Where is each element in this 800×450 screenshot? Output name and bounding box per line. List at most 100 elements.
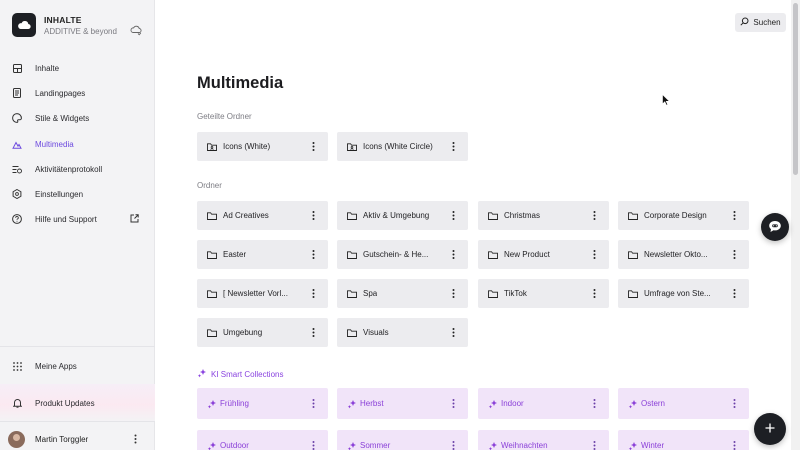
folder-card[interactable]: TikTok (478, 279, 609, 308)
scrollbar-thumb[interactable] (793, 3, 798, 175)
smart-collection-card[interactable]: Herbst (337, 388, 468, 419)
media-icon (12, 139, 22, 149)
folder-card[interactable]: Newsletter Okto... (618, 240, 749, 269)
folder-card[interactable]: Umfrage von Ste... (618, 279, 749, 308)
smart-collection-name: Sommer (360, 441, 391, 450)
folder-card[interactable]: Gutschein- & He... (337, 240, 468, 269)
page-title: Multimedia (197, 74, 284, 92)
more-vertical-icon[interactable] (452, 398, 455, 409)
sparkle-icon (488, 441, 498, 450)
search-button[interactable]: Suchen (735, 13, 786, 32)
more-vertical-icon[interactable] (312, 141, 315, 152)
sidebar-item-label: Multimedia (35, 139, 74, 149)
sparkle-icon (628, 399, 638, 409)
more-vertical-icon[interactable] (312, 288, 315, 299)
sidebar-item-landingpages[interactable]: Landingpages (0, 82, 154, 104)
sidebar-item-hilfe-support[interactable]: Hilfe und Support (0, 208, 154, 230)
folder-name: Corporate Design (644, 211, 707, 220)
more-vertical-icon[interactable] (452, 440, 455, 450)
sparkle-icon (197, 368, 207, 380)
folder-name: Newsletter Okto... (644, 250, 708, 259)
sparkle-icon (347, 399, 357, 409)
plus-icon (765, 423, 775, 435)
more-vertical-icon[interactable] (452, 249, 455, 260)
folder-name: Aktiv & Umgebung (363, 211, 430, 220)
folder-card[interactable]: New Product (478, 240, 609, 269)
help-icon (12, 214, 22, 224)
folder-card[interactable]: Visuals (337, 318, 468, 347)
folder-name: Gutschein- & He... (363, 250, 429, 259)
shared-folder-icon (207, 142, 217, 151)
more-vertical-icon[interactable] (733, 440, 736, 450)
search-label: Suchen (753, 18, 781, 27)
folder-name: Icons (White Circle) (363, 142, 433, 151)
grid-icon (12, 63, 22, 73)
more-vertical-icon[interactable] (452, 288, 455, 299)
sidebar-item-produkt-updates[interactable]: Produkt Updates (0, 392, 154, 414)
smart-collection-name: Frühling (220, 399, 249, 408)
folder-icon (207, 250, 217, 259)
user-menu[interactable]: Martin Torggler (0, 428, 155, 450)
sidebar-item-label: Einstellungen (35, 189, 84, 199)
sidebar-divider (0, 421, 155, 422)
more-vertical-icon[interactable] (733, 288, 736, 299)
chat-button[interactable] (761, 213, 789, 241)
scrollbar[interactable] (791, 0, 800, 450)
smart-collection-card[interactable]: Winter (618, 430, 749, 450)
more-vertical-icon[interactable] (593, 288, 596, 299)
folder-card[interactable]: Aktiv & Umgebung (337, 201, 468, 230)
folder-card[interactable]: Spa (337, 279, 468, 308)
smart-collection-card[interactable]: Ostern (618, 388, 749, 419)
more-vertical-icon[interactable] (593, 210, 596, 221)
more-vertical-icon[interactable] (312, 249, 315, 260)
sidebar-item-inhalte[interactable]: Inhalte (0, 57, 154, 79)
folder-card[interactable]: Icons (White Circle) (337, 132, 468, 161)
more-vertical-icon[interactable] (312, 398, 315, 409)
smart-collection-card[interactable]: Frühling (197, 388, 328, 419)
more-vertical-icon[interactable] (733, 249, 736, 260)
brand[interactable]: INHALTE ADDITIVE & beyond (12, 13, 142, 39)
more-vertical-icon[interactable] (452, 210, 455, 221)
folder-card[interactable]: Easter (197, 240, 328, 269)
sidebar-item-einstellungen[interactable]: Einstellungen (0, 183, 154, 205)
smart-collections-label: KI Smart Collections (197, 368, 283, 380)
sidebar-item-multimedia[interactable]: Multimedia (0, 133, 154, 155)
sidebar-item-label: Produkt Updates (35, 398, 95, 408)
folder-icon (347, 211, 357, 220)
more-vertical-icon[interactable] (733, 210, 736, 221)
folder-card[interactable]: Ad Creatives (197, 201, 328, 230)
more-vertical-icon[interactable] (312, 440, 315, 450)
folder-card[interactable]: Christmas (478, 201, 609, 230)
folder-name: [ Newsletter Vorl... (223, 289, 288, 298)
smart-collection-card[interactable]: Sommer (337, 430, 468, 450)
more-vertical-icon[interactable] (452, 141, 455, 152)
more-vertical-icon[interactable] (593, 398, 596, 409)
search-icon (740, 17, 749, 28)
more-vertical-icon[interactable] (312, 327, 315, 338)
more-vertical-icon[interactable] (452, 327, 455, 338)
folder-name: Umgebung (223, 328, 263, 337)
sidebar-item-stile-widgets[interactable]: Stile & Widgets (0, 107, 154, 129)
more-vertical-icon[interactable] (733, 398, 736, 409)
more-vertical-icon[interactable] (134, 434, 137, 446)
bell-icon (12, 398, 22, 408)
sidebar-item-meine-apps[interactable]: Meine Apps (0, 355, 154, 377)
folder-card[interactable]: Umgebung (197, 318, 328, 347)
folder-name: Easter (223, 250, 247, 259)
palette-icon (12, 113, 22, 123)
add-button[interactable] (754, 413, 786, 445)
shared-folder-icon (347, 142, 357, 151)
sidebar-item-aktivitaetenprotokoll[interactable]: Aktivitätenprotokoll (0, 158, 154, 180)
switch-workspace-icon[interactable] (130, 24, 142, 36)
smart-collection-card[interactable]: Outdoor (197, 430, 328, 450)
more-vertical-icon[interactable] (312, 210, 315, 221)
smart-collection-card[interactable]: Weihnachten (478, 430, 609, 450)
folder-card[interactable]: Icons (White) (197, 132, 328, 161)
folder-icon (628, 211, 638, 220)
more-vertical-icon[interactable] (593, 249, 596, 260)
sidebar-item-label: Aktivitätenprotokoll (35, 164, 103, 174)
folder-card[interactable]: Corporate Design (618, 201, 749, 230)
folder-card[interactable]: [ Newsletter Vorl... (197, 279, 328, 308)
smart-collection-card[interactable]: Indoor (478, 388, 609, 419)
more-vertical-icon[interactable] (593, 440, 596, 450)
